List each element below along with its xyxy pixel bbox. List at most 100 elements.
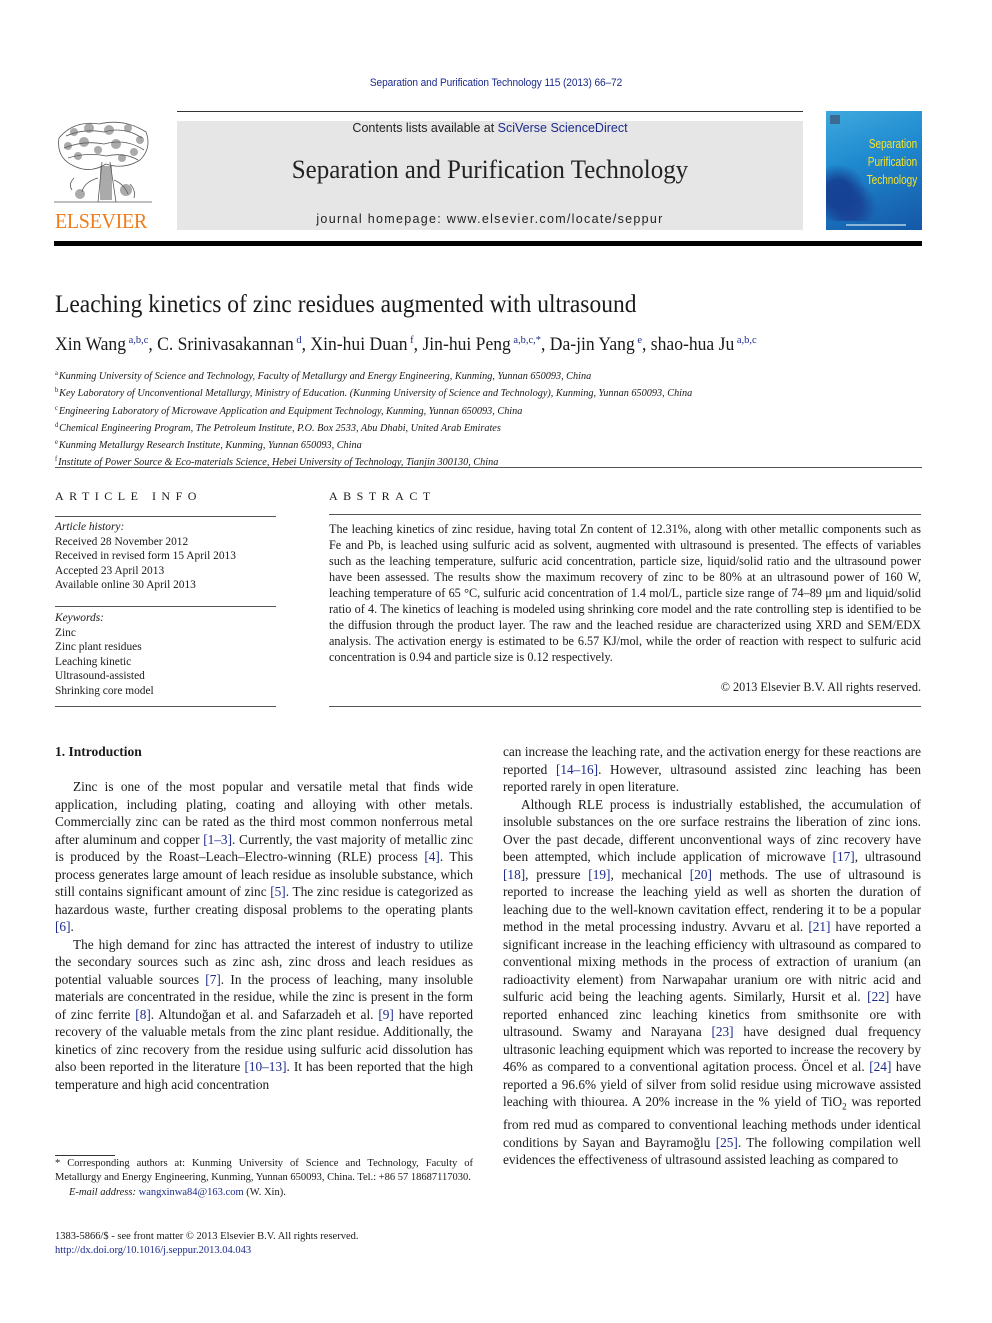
article-history-label: Article history: [55, 521, 125, 533]
citation-link[interactable]: [25] [716, 1135, 738, 1150]
elsevier-wordmark: ELSEVIER [55, 209, 147, 233]
keyword-item: Leaching kinetic [55, 655, 132, 668]
affiliation-key: b [55, 386, 59, 395]
keyword-item: Zinc [55, 626, 76, 639]
body-column-right: can increase the leaching rate, and the … [503, 743, 921, 1169]
section-heading-introduction: 1. Introduction [55, 744, 142, 759]
cover-title-line-2: Purification [867, 155, 917, 169]
author-affiliation-marker[interactable]: f [408, 334, 413, 346]
body-column-left: Zinc is one of the most popular and vers… [55, 778, 473, 1093]
running-head[interactable]: Separation and Purification Technology 1… [40, 77, 953, 89]
history-item: Received 28 November 2012 [55, 535, 189, 548]
affiliation-item: aKunming University of Science and Techn… [55, 366, 692, 383]
citation-link[interactable]: [7] [205, 972, 221, 987]
cover-publisher-icon [830, 115, 840, 124]
elsevier-logo[interactable]: ELSEVIER [54, 118, 155, 234]
top-rule [177, 111, 803, 112]
affiliation-key: a [55, 369, 58, 377]
sciencedirect-link[interactable]: SciVerse ScienceDirect [498, 121, 628, 135]
citation-link[interactable]: [21] [808, 919, 830, 934]
article-info-divider [55, 516, 276, 517]
email-suffix: (W. Xin). [243, 1186, 286, 1198]
article-history: Article history: Received 28 November 20… [55, 520, 236, 593]
affiliation-list: aKunming University of Science and Techn… [55, 366, 692, 470]
citation-link[interactable]: [14–16] [556, 762, 598, 777]
affiliation-item: cEngineering Laboratory of Microwave App… [55, 401, 692, 418]
header-divider [54, 241, 922, 246]
citation-link[interactable]: [20] [690, 867, 712, 882]
cover-title-line-1: Separation [868, 137, 917, 151]
author-name[interactable]: Xin-hui Duan [310, 335, 407, 355]
author-affiliation-marker[interactable]: a,b,c [734, 334, 757, 346]
citation-link[interactable]: [1–3] [203, 832, 232, 847]
author-name[interactable]: shao-hua Ju [651, 335, 734, 355]
affiliation-text: Key Laboratory of Unconventional Metallu… [59, 387, 693, 400]
affiliation-text: Engineering Laboratory of Microwave Appl… [58, 404, 523, 417]
keyword-item: Ultrasound-assisted [55, 670, 145, 682]
cover-footer [846, 224, 906, 226]
section-divider [55, 467, 922, 468]
citation-link[interactable]: [24] [869, 1059, 891, 1074]
keyword-item: Zinc plant residues [55, 641, 142, 653]
affiliation-item: eKunming Metallurgy Research Institute, … [55, 435, 692, 452]
keywords-label: Keywords: [55, 612, 104, 624]
elsevier-tree-icon [54, 121, 152, 203]
abstract-heading: ABSTRACT [329, 489, 436, 503]
author-name[interactable]: Jin-hui Peng [422, 335, 510, 355]
author-affiliation-marker[interactable]: a,b,c,* [511, 334, 541, 346]
footnote-divider [55, 1155, 115, 1156]
body-paragraph: can increase the leaching rate, and the … [503, 744, 921, 794]
abstract-text: The leaching kinetics of zinc residue, h… [329, 522, 921, 664]
author-affiliation-marker[interactable]: d [294, 334, 301, 346]
abstract-bottom-divider [329, 706, 921, 707]
corresponding-author-footnote: * Corresponding authors at: Kunming Univ… [55, 1157, 473, 1200]
keyword-item: Shrinking core model [55, 684, 154, 697]
email-link[interactable]: wangxinwa84@163.com [139, 1187, 244, 1198]
citation-link[interactable]: [17] [833, 849, 855, 864]
author-name[interactable]: Xin Wang [55, 335, 126, 355]
copyright-notice: © 2013 Elsevier B.V. All rights reserved… [720, 680, 921, 694]
history-item: Available online 30 April 2013 [55, 579, 196, 591]
citation-link[interactable]: [19] [588, 867, 610, 882]
subscript: 2 [842, 1101, 847, 1112]
citation-link[interactable]: [8] [135, 1007, 151, 1022]
author-affiliation-marker[interactable]: a,b,c [126, 334, 149, 346]
citation-link[interactable]: [9] [378, 1007, 394, 1022]
body-paragraph: Zinc is one of the most popular and vers… [55, 779, 473, 934]
article-info-heading: ARTICLE INFO [55, 489, 202, 503]
citation-link[interactable]: [18] [503, 867, 525, 882]
cover-title: Separation Purification Technology [866, 135, 917, 189]
affiliation-key: e [55, 438, 58, 447]
affiliation-text: Chemical Engineering Program, The Petrol… [59, 421, 501, 434]
contents-line: Contents lists available at SciVerse Sci… [177, 121, 803, 135]
citation-link[interactable]: [22] [867, 989, 889, 1004]
body-paragraph: Although RLE process is industrially est… [503, 796, 922, 1168]
author-affiliation-marker[interactable]: e [635, 334, 642, 346]
affiliation-item: bKey Laboratory of Unconventional Metall… [55, 383, 692, 400]
contents-prefix: Contents lists available at [352, 121, 498, 135]
issn-line: 1383-5866/$ - see front matter © 2013 El… [55, 1231, 359, 1242]
doi-link[interactable]: http://dx.doi.org/10.1016/j.seppur.2013.… [55, 1245, 251, 1256]
cover-title-line-3: Technology [866, 173, 917, 187]
author-list: Xin Wang a,b,c, C. Srinivasakannan d, Xi… [55, 334, 757, 355]
journal-homepage-link[interactable]: journal homepage: www.elsevier.com/locat… [177, 212, 803, 226]
citation-link[interactable]: [5] [270, 884, 286, 899]
citation-link[interactable]: [4] [424, 849, 440, 864]
journal-cover-image[interactable]: Separation Purification Technology [826, 111, 922, 230]
keywords-divider [55, 606, 276, 607]
history-item: Received in revised form 15 April 2013 [55, 550, 236, 562]
citation-link[interactable]: [6] [55, 919, 71, 934]
citation-link[interactable]: [10–13] [244, 1059, 286, 1074]
affiliation-key: d [55, 420, 59, 429]
citation-link[interactable]: [23] [711, 1024, 733, 1039]
journal-title: Separation and Purification Technology [291, 155, 689, 184]
affiliation-key: c [55, 403, 58, 412]
author-name[interactable]: Da-jin Yang [550, 335, 635, 355]
history-item: Accepted 23 April 2013 [55, 564, 165, 577]
affiliation-item: dChemical Engineering Program, The Petro… [55, 418, 692, 435]
body-paragraph: The high demand for zinc has attracted t… [55, 936, 473, 1092]
corresponding-author-text: * Corresponding authors at: Kunming Univ… [55, 1158, 473, 1184]
keywords: Keywords: Zinc Zinc plant residues Leachin… [55, 611, 154, 698]
article-title: Leaching kinetics of zinc residues augme… [55, 291, 637, 318]
author-name[interactable]: C. Srinivasakannan [157, 335, 294, 355]
